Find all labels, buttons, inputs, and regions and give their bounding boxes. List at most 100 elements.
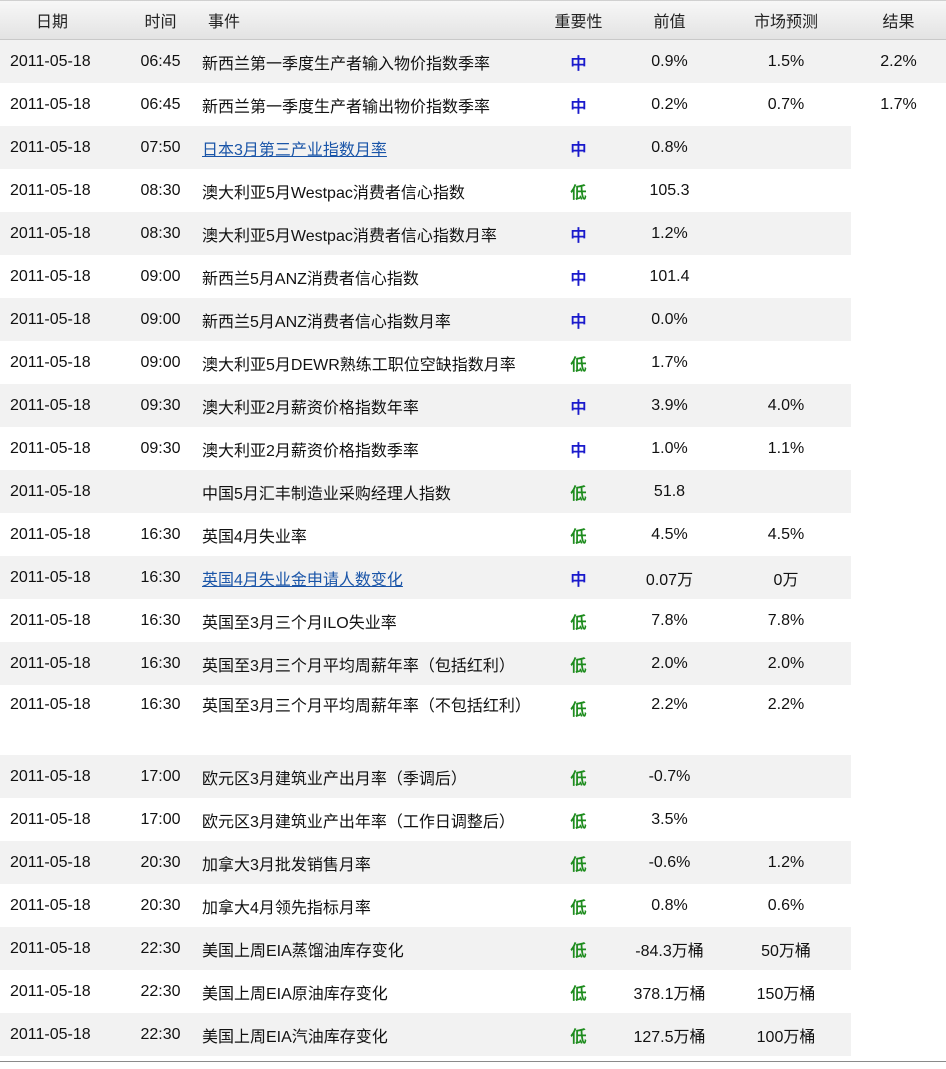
cell-date: 2011-05-18 xyxy=(0,212,121,255)
cell-previous: 0.07万 xyxy=(618,556,721,599)
cell-time: 09:00 xyxy=(140,353,181,371)
table-row: 2011-05-18 22:30 美国上周EIA蒸馏油库存变化低 -84.3万桶 50万… xyxy=(0,927,946,970)
header-time: 时间 xyxy=(121,0,200,40)
cell-previous: 4.5% xyxy=(651,525,688,543)
cell-time: 22:30 xyxy=(140,982,181,1000)
table-row: 2011-05-18 20:30 加拿大4月领先指标月率 低 0.8% 0.6% xyxy=(0,884,946,927)
table-row: 2011-05-18 17:00 欧元区3月建筑业产出年率（工作日调整后） 低 3.5% xyxy=(0,798,946,841)
cell-forecast xyxy=(721,169,851,212)
cell-forecast: 0万 xyxy=(721,556,851,599)
importance-badge: 低 xyxy=(570,614,587,632)
cell-forecast: 150万桶 xyxy=(756,985,816,1003)
cell-result xyxy=(851,255,946,298)
table-row: 2011-05-18 09:00 澳大利亚5月DEWR熟练工职位空缺指数月率 低 1.7… xyxy=(0,341,946,384)
cell-forecast: 1.1% xyxy=(767,439,805,457)
cell-date: 2011-05-18 xyxy=(10,353,91,371)
cell-previous: 7.8% xyxy=(651,611,688,629)
header-event: 事件 xyxy=(200,0,539,40)
table-row: 2011-05-18 16:30 英国至3月三个月平均周薪年率（不包括红利） 低 2.2… xyxy=(0,685,946,755)
cell-previous: 127.5万桶 xyxy=(618,1013,721,1056)
cell-result xyxy=(851,927,946,970)
cell-result xyxy=(851,1013,946,1056)
cell-event: 美国上周EIA蒸馏油库存变化 xyxy=(200,927,539,970)
cell-previous: 101.4 xyxy=(649,267,690,285)
cell-date: 2011-05-18 xyxy=(0,927,121,970)
event-link[interactable]: 日本3月第三产业指数月率 xyxy=(202,142,387,159)
importance-badge: 低 xyxy=(539,841,618,884)
cell-date: 2011-05-18 xyxy=(0,384,121,427)
cell-forecast: 1.5% xyxy=(721,40,851,83)
cell-event: 加拿大3月批发销售月率 xyxy=(200,841,539,884)
cell-time: 22:30 xyxy=(121,1013,200,1056)
importance-badge: 低 xyxy=(539,755,618,798)
cell-date: 2011-05-18 xyxy=(0,40,121,83)
cell-time: 17:00 xyxy=(121,755,200,798)
cell-previous: -0.7% xyxy=(618,755,721,798)
importance-badge: 中 xyxy=(539,212,618,255)
cell-event: 加拿大4月领先指标月率 xyxy=(202,899,371,917)
cell-event: 新西兰5月ANZ消费者信心指数 xyxy=(202,270,419,288)
cell-event: 澳大利亚5月Westpac消费者信心指数月率 xyxy=(200,212,539,255)
cell-time: 09:30 xyxy=(140,439,181,457)
cell-time xyxy=(121,470,200,513)
cell-event: 新西兰第一季度生产者输入物价指数季率 xyxy=(200,40,539,83)
cell-previous: 0.0% xyxy=(618,298,721,341)
importance-badge: 中 xyxy=(539,384,618,427)
cell-forecast: 2.2% xyxy=(767,696,805,713)
cell-date: 2011-05-18 xyxy=(0,1013,121,1056)
importance-badge: 低 xyxy=(570,184,587,202)
table-row: 2011-05-18 16:30 英国至3月三个月ILO失业率 低 7.8% 7.8% xyxy=(0,599,946,642)
event-link[interactable]: 英国4月失业金申请人数变化 xyxy=(202,572,403,589)
cell-time: 08:30 xyxy=(140,181,181,199)
cell-result xyxy=(851,970,946,1013)
importance-badge: 低 xyxy=(539,642,618,685)
cell-event: 美国上周EIA原油库存变化 xyxy=(202,985,388,1003)
header-importance: 重要性 xyxy=(539,0,618,40)
table-row: 2011-05-18 09:00 新西兰5月ANZ消费者信心指数月率中 0.0% xyxy=(0,298,946,341)
cell-result xyxy=(851,126,946,169)
importance-badge: 低 xyxy=(570,985,587,1003)
importance-badge: 低 xyxy=(570,528,587,546)
cell-result xyxy=(851,470,946,513)
table-row: 2011-05-18 08:30 澳大利亚5月Westpac消费者信心指数月率中 1.… xyxy=(0,212,946,255)
cell-previous: 1.2% xyxy=(618,212,721,255)
cell-forecast xyxy=(721,755,851,798)
cell-forecast: 100万桶 xyxy=(721,1013,851,1056)
cell-time: 16:30 xyxy=(121,556,200,599)
cell-previous: 378.1万桶 xyxy=(633,985,706,1003)
cell-event: 新西兰5月ANZ消费者信心指数月率 xyxy=(200,298,539,341)
importance-badge: 中 xyxy=(539,126,618,169)
cell-forecast xyxy=(721,798,851,841)
cell-event: 新西兰第一季度生产者输出物价指数季率 xyxy=(202,98,491,116)
cell-event: 欧元区3月建筑业产出月率（季调后） xyxy=(200,755,539,798)
cell-result xyxy=(851,599,946,642)
cell-date: 2011-05-18 xyxy=(10,439,91,457)
cell-result: 2.2% xyxy=(851,40,946,83)
importance-badge: 中 xyxy=(570,442,587,460)
cell-date: 2011-05-18 xyxy=(0,298,121,341)
cell-event: 英国4月失业金申请人数变化 xyxy=(200,556,539,599)
cell-forecast xyxy=(721,470,851,513)
cell-previous: 0.8% xyxy=(651,896,688,914)
cell-previous: -0.6% xyxy=(618,841,721,884)
cell-event: 英国至3月三个月平均周薪年率（包括红利） xyxy=(200,642,539,685)
cell-time: 09:00 xyxy=(140,267,181,285)
cell-previous: 3.5% xyxy=(651,810,688,828)
cell-date: 2011-05-18 xyxy=(0,556,121,599)
table-row: 2011-05-18 16:30 英国4月失业金申请人数变化 中 0.07万 0万 xyxy=(0,556,946,599)
cell-forecast: 4.0% xyxy=(721,384,851,427)
cell-previous: -84.3万桶 xyxy=(618,927,721,970)
cell-previous: 1.0% xyxy=(651,439,688,457)
cell-event: 英国4月失业率 xyxy=(202,528,307,546)
header-result: 结果 xyxy=(851,0,946,40)
cell-event: 日本3月第三产业指数月率 xyxy=(200,126,539,169)
header-forecast: 市场预测 xyxy=(721,0,851,40)
importance-badge: 低 xyxy=(570,813,587,831)
cell-forecast xyxy=(721,212,851,255)
table-row: 2011-05-18 中国5月汇丰制造业采购经理人指数低 51.8 xyxy=(0,470,946,513)
cell-event: 澳大利亚2月薪资价格指数年率 xyxy=(200,384,539,427)
table-body: 2011-05-18 06:45 新西兰第一季度生产者输入物价指数季率中 0.9% 1.… xyxy=(0,40,946,1056)
cell-forecast: 2.0% xyxy=(721,642,851,685)
table-row: 2011-05-18 22:30 美国上周EIA原油库存变化 低 378.1万桶 150万… xyxy=(0,970,946,1013)
importance-badge: 低 xyxy=(539,1013,618,1056)
